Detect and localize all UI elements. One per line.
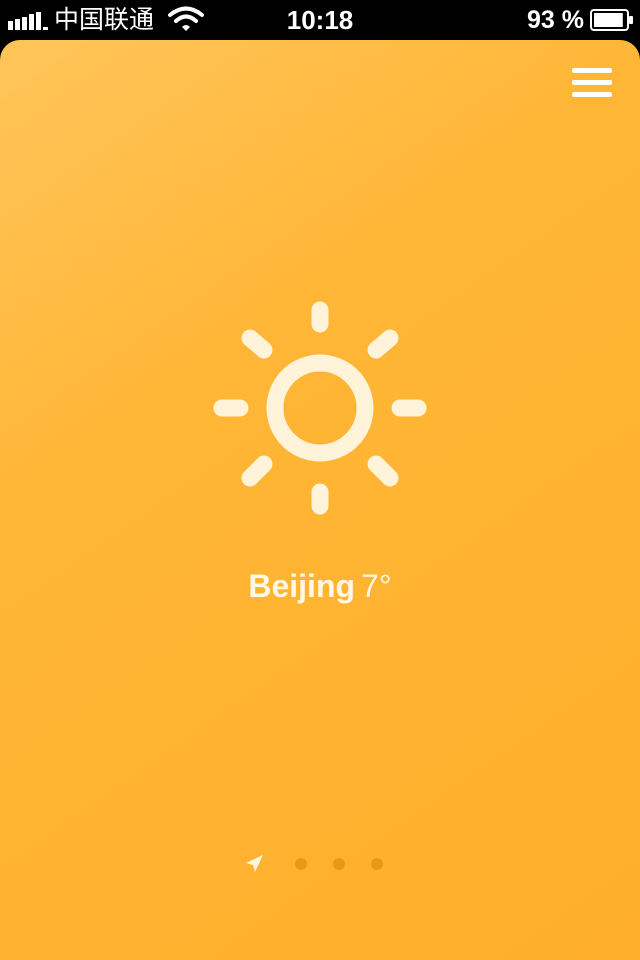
battery-icon [590,9,633,31]
page-dot[interactable] [333,858,345,870]
page-dot[interactable] [295,858,307,870]
temperature-value: 7° [361,568,392,604]
battery-percentage: 93 % [527,6,584,34]
city-name: Beijing [248,568,356,604]
page-dot[interactable] [371,858,383,870]
location-temperature: Beijing 7° [0,566,640,606]
sun-icon [213,301,427,515]
menu-button[interactable] [572,66,612,100]
status-bar: 中国联通 10:18 93 % [0,0,640,40]
page-indicator[interactable] [0,852,640,876]
location-arrow-icon[interactable] [244,854,264,874]
hamburger-menu-icon [572,68,612,73]
weather-card[interactable]: Beijing 7° [0,40,640,960]
